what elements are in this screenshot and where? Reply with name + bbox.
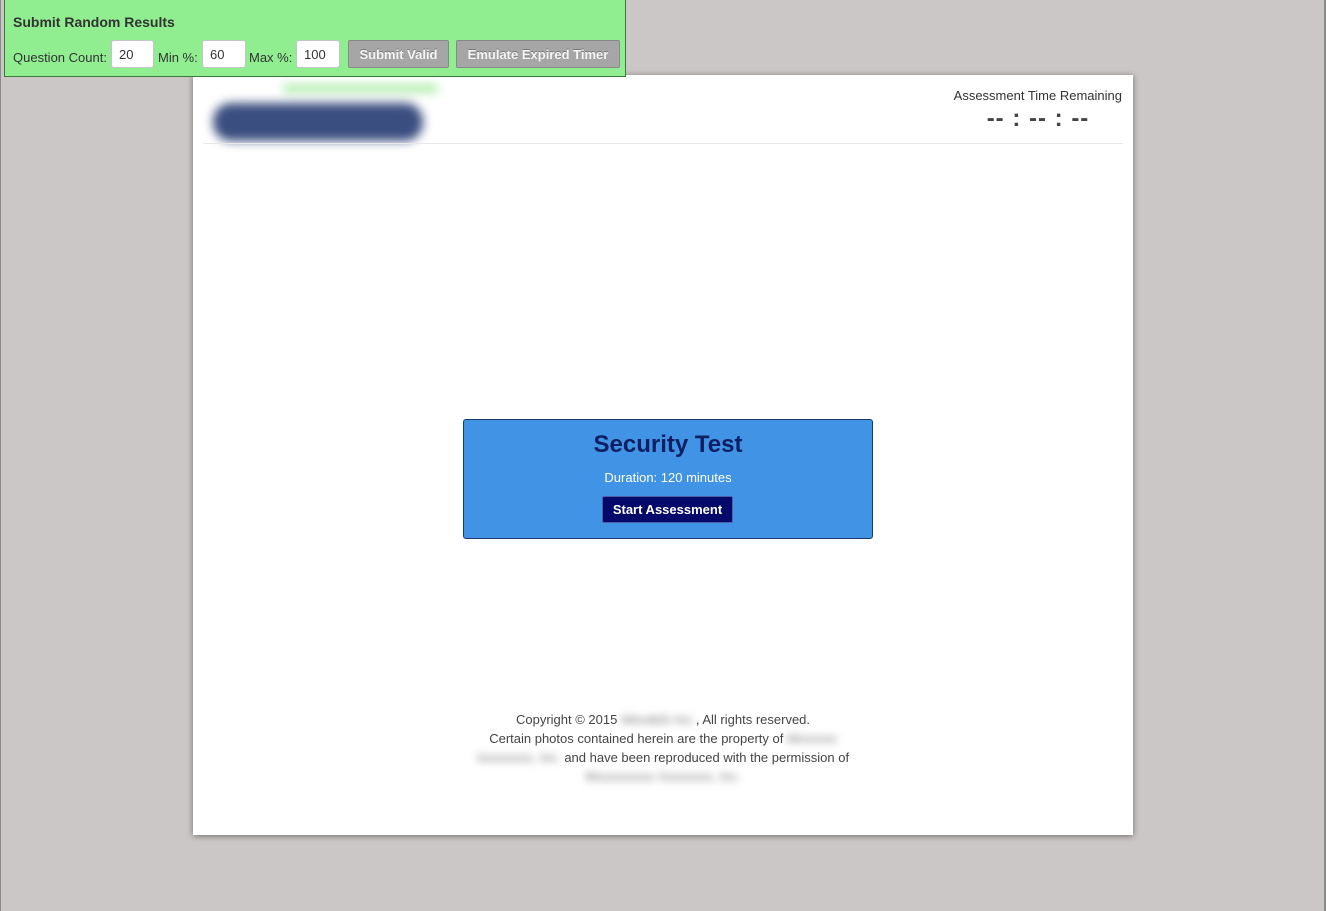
start-assessment-button[interactable]: Start Assessment <box>602 496 733 523</box>
question-count-label: Question Count: <box>13 50 107 65</box>
max-percent-input[interactable] <box>296 40 340 68</box>
assessment-page-card: Assessment Time Remaining -- : -- : -- S… <box>193 75 1133 835</box>
min-percent-label: Min %: <box>158 50 198 65</box>
company-logo <box>203 85 463 145</box>
company-name-redacted: Wexdefx Inc. <box>620 712 696 727</box>
debug-panel-title: Submit Random Results <box>13 14 175 30</box>
timer-label: Assessment Time Remaining <box>953 88 1122 103</box>
copyright-line: Copyright © 2015 Wexdefx Inc., All right… <box>193 710 1133 729</box>
photo-credit-line-1: Certain photos contained herein are the … <box>193 729 1133 748</box>
debug-panel: Submit Random Results Question Count: Mi… <box>4 0 626 77</box>
copyright-prefix: Copyright © 2015 <box>515 712 621 727</box>
photo-owner-redacted: Mxxxxxx <box>786 731 837 746</box>
permission-owner-redacted: Mxxxxxxxxx Xxxxxxxx, Inc. <box>585 769 741 784</box>
window-edge-left <box>0 0 1 911</box>
submit-valid-button[interactable]: Submit Valid <box>348 40 449 68</box>
emulate-expired-timer-button[interactable]: Emulate Expired Timer <box>456 40 620 68</box>
header-divider <box>203 143 1123 144</box>
copyright-suffix: , All rights reserved. <box>695 712 811 727</box>
footer: Copyright © 2015 Wexdefx Inc., All right… <box>193 710 1133 786</box>
permission-text: and have been reproduced with the permis… <box>560 750 850 765</box>
photo-credit-line-2: Ixxxxxxxx, Inc. and have been reproduced… <box>193 748 1133 767</box>
min-percent-input[interactable] <box>202 40 246 68</box>
max-percent-label: Max %: <box>249 50 293 65</box>
question-count-input[interactable] <box>111 40 154 68</box>
photo-credit-text: Certain photos contained herein are the … <box>489 731 787 746</box>
assessment-title: Security Test <box>593 431 743 458</box>
assessment-panel: Security Test Duration: 120 minutes Star… <box>463 419 873 539</box>
photo-owner-redacted-2: Ixxxxxxxx, Inc. <box>476 750 561 765</box>
photo-credit-line-3: Mxxxxxxxxx Xxxxxxxx, Inc. <box>193 767 1133 786</box>
assessment-duration: Duration: 120 minutes <box>604 470 732 485</box>
timer-value: -- : -- : -- <box>986 105 1090 132</box>
